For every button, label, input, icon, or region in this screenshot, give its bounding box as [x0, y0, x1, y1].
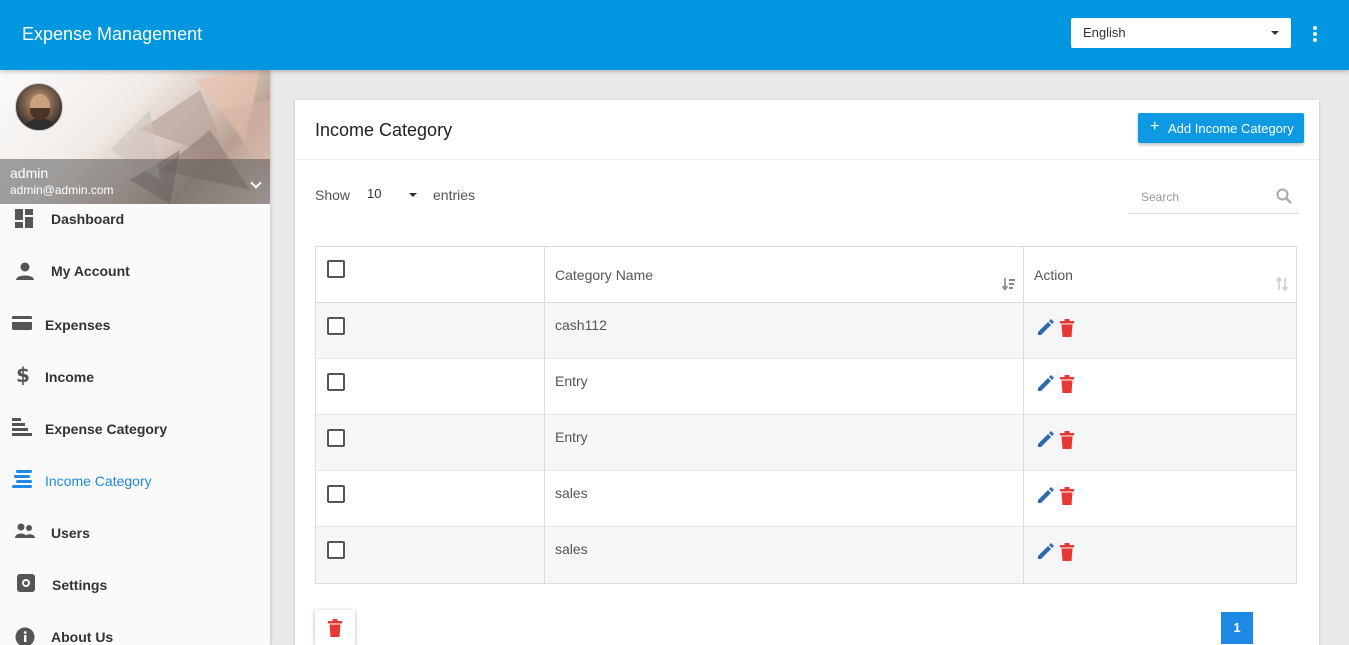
sort-lines-icon — [12, 418, 32, 436]
table-header-row: Category Name Action — [316, 247, 1296, 303]
sort-both-icon — [1275, 277, 1289, 291]
caret-down-icon — [1271, 31, 1279, 35]
row-checkbox[interactable] — [327, 429, 345, 447]
sidebar-item-settings[interactable]: Settings — [0, 563, 270, 603]
page-length-select[interactable]: 10 — [367, 186, 419, 206]
sidebar-item-label: About Us — [51, 629, 114, 645]
sidebar-item-about-us[interactable]: About Us — [0, 615, 270, 645]
sidebar-item-label: Income — [45, 369, 95, 385]
dashboard-icon — [15, 209, 33, 228]
table-row: cash112 — [316, 303, 1296, 359]
avatar[interactable] — [15, 83, 63, 131]
table-row: sales — [316, 471, 1296, 527]
profile-header: admin admin@admin.com — [0, 70, 270, 204]
edit-icon[interactable] — [1036, 485, 1056, 505]
sort-descending-icon[interactable] — [1002, 277, 1016, 291]
add-button-label: Add Income Category — [1168, 121, 1294, 136]
profile-email: admin@admin.com — [10, 183, 114, 197]
bulk-delete-button[interactable] — [315, 610, 355, 645]
table-row: sales — [316, 527, 1296, 583]
select-all-checkbox[interactable] — [327, 260, 345, 278]
category-name-cell: sales — [555, 485, 588, 501]
category-name-cell: Entry — [555, 373, 588, 389]
chevron-down-icon[interactable] — [250, 177, 262, 189]
show-label: Show — [315, 187, 351, 203]
edit-icon[interactable] — [1036, 317, 1056, 337]
stack-lines-icon — [12, 470, 32, 488]
row-checkbox[interactable] — [327, 317, 345, 335]
delete-icon[interactable] — [1060, 319, 1074, 337]
delete-icon[interactable] — [1060, 487, 1074, 505]
column-header-action: Action — [1034, 267, 1073, 283]
people-icon — [15, 523, 35, 538]
page-title: Income Category — [315, 120, 453, 140]
add-income-category-button[interactable]: + Add Income Category — [1138, 113, 1304, 143]
row-checkbox[interactable] — [327, 541, 345, 559]
sidebar-item-dashboard[interactable]: Dashboard — [0, 199, 270, 239]
table-row: Entry — [316, 415, 1296, 471]
sidebar-item-users[interactable]: Users — [0, 511, 270, 551]
page-length-value: 10 — [367, 186, 382, 201]
sidebar-item-label: Settings — [52, 577, 108, 593]
caret-down-icon — [409, 193, 417, 197]
column-header-category-name[interactable]: Category Name — [555, 267, 653, 283]
language-select-value: English — [1083, 25, 1126, 40]
sidebar-item-my-account[interactable]: My Account — [0, 251, 270, 291]
person-icon — [16, 262, 34, 280]
card-header: Income Category + Add Income Category — [295, 100, 1319, 160]
row-checkbox[interactable] — [327, 373, 345, 391]
category-name-cell: cash112 — [555, 317, 607, 333]
delete-icon[interactable] — [1060, 431, 1074, 449]
column-divider — [544, 247, 545, 583]
table-row: Entry — [316, 359, 1296, 415]
sidebar-item-expense-category[interactable]: Expense Category — [0, 407, 270, 447]
entries-label: entries — [433, 187, 476, 203]
edit-icon[interactable] — [1036, 541, 1056, 561]
sidebar-item-label: Expenses — [45, 317, 111, 333]
gear-icon — [17, 574, 35, 592]
credit-card-icon — [12, 316, 32, 330]
row-checkbox[interactable] — [327, 485, 345, 503]
sidebar-item-label: Dashboard — [51, 211, 125, 227]
sidebar-item-label: My Account — [51, 263, 130, 279]
search-icon[interactable] — [1276, 188, 1292, 204]
sidebar: admin admin@admin.com Dashboard My Accou… — [0, 70, 270, 645]
income-category-card: Income Category + Add Income Category Sh… — [295, 100, 1319, 645]
delete-icon[interactable] — [1060, 375, 1074, 393]
profile-name: admin — [10, 165, 49, 181]
app-title: Expense Management — [22, 24, 203, 44]
more-vert-icon[interactable] — [1310, 26, 1320, 46]
language-select[interactable]: English — [1071, 18, 1291, 48]
category-name-cell: sales — [555, 541, 588, 557]
edit-icon[interactable] — [1036, 429, 1056, 449]
search-placeholder: Search — [1141, 190, 1180, 204]
search-input[interactable]: Search — [1128, 180, 1299, 214]
top-app-bar: Expense Management English — [0, 0, 1349, 70]
delete-icon[interactable] — [1060, 543, 1074, 561]
info-icon — [15, 627, 35, 645]
sidebar-item-label: Income Category — [45, 473, 152, 489]
edit-icon[interactable] — [1036, 373, 1056, 393]
profile-info[interactable]: admin admin@admin.com — [0, 159, 270, 204]
dollar-icon: $ — [16, 363, 30, 387]
sidebar-item-expenses[interactable]: Expenses — [0, 303, 270, 343]
column-divider — [1023, 247, 1024, 583]
sidebar-item-income-category[interactable]: Income Category — [0, 459, 270, 499]
sidebar-item-income[interactable]: $ Income — [0, 355, 270, 395]
category-name-cell: Entry — [555, 429, 588, 445]
pagination-page-1[interactable]: 1 — [1221, 612, 1253, 644]
delete-icon — [328, 619, 342, 637]
sidebar-item-label: Expense Category — [45, 421, 168, 437]
plus-icon: + — [1150, 118, 1160, 135]
income-category-table: Category Name Action cash112 Entry Entry… — [315, 246, 1297, 584]
sidebar-item-label: Users — [51, 525, 90, 541]
